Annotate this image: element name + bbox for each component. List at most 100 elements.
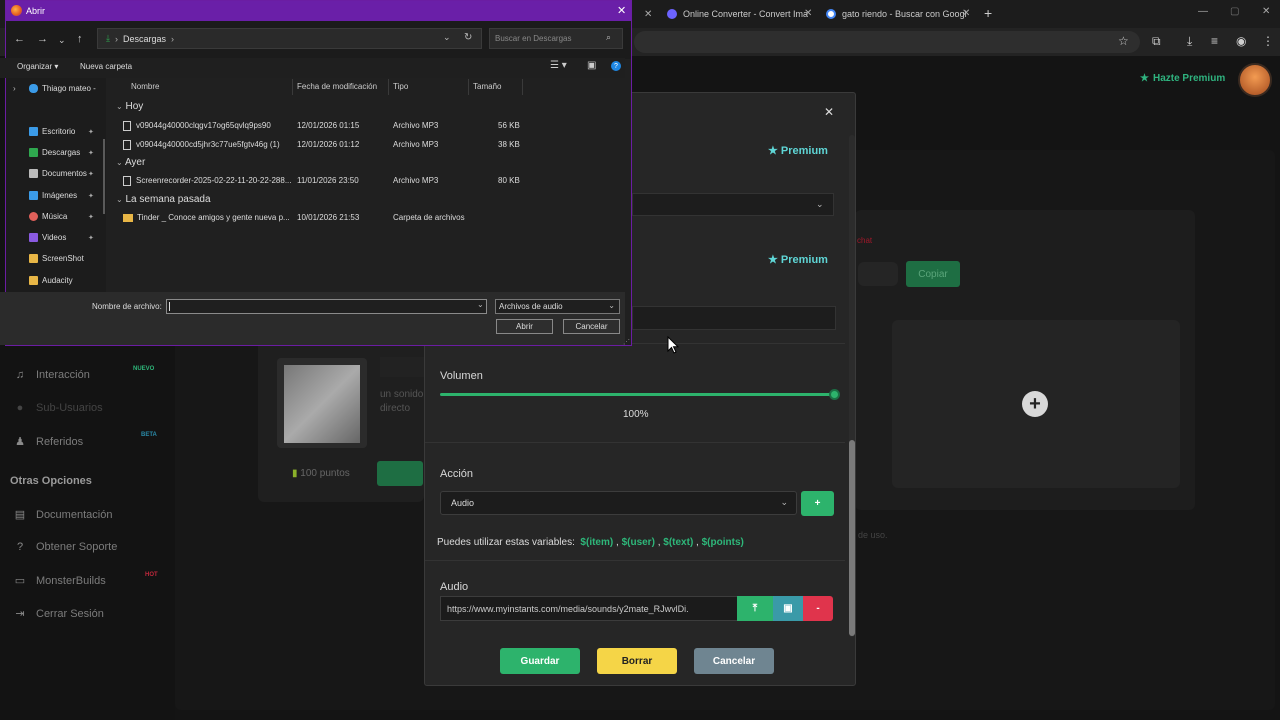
- group-header-yesterday[interactable]: ⌄ Ayer: [116, 157, 145, 168]
- premium-label: Premium: [780, 253, 828, 266]
- up-arrow-icon[interactable]: ↑: [77, 33, 83, 45]
- sidebar-item-soporte[interactable]: ? Obtener Soporte: [14, 541, 117, 553]
- nav-item-screenshot[interactable]: ScreenShot: [29, 254, 84, 263]
- file-row[interactable]: v09044g40000cd5jhr3c77ue5fgtv46g (1): [123, 140, 280, 150]
- modal-scrollbar-thumb[interactable]: [849, 440, 855, 636]
- path-breadcrumb[interactable]: ⤓ › Descargas ›: [97, 28, 482, 49]
- preview-pane-icon[interactable]: ▣: [587, 60, 596, 71]
- volume-slider[interactable]: [440, 393, 834, 396]
- background-button[interactable]: [377, 461, 423, 486]
- nav-item-audacity[interactable]: Audacity: [29, 276, 73, 285]
- new-tab-button[interactable]: +: [984, 5, 992, 21]
- close-tab-icon[interactable]: ✕: [804, 8, 812, 19]
- menu-icon[interactable]: ⋮: [1262, 34, 1274, 48]
- sidebar-item-sub-usuarios[interactable]: ● Sub-Usuarios: [14, 402, 103, 414]
- maximize-icon[interactable]: ▢: [1230, 6, 1239, 17]
- folder-row[interactable]: Tinder _ Conoce amigos y gente nueva p..…: [123, 213, 290, 222]
- window-close-icon[interactable]: ✕: [1262, 6, 1270, 17]
- audio-url-field[interactable]: https://www.myinstants.com/media/sounds/…: [440, 596, 738, 621]
- sidebar-item-interaccion[interactable]: ♫ Interacción: [14, 369, 90, 381]
- help-icon[interactable]: ?: [611, 61, 621, 71]
- premium-select[interactable]: [632, 193, 834, 216]
- close-tab-icon[interactable]: ✕: [962, 8, 970, 19]
- action-select[interactable]: Audio ⌄: [440, 491, 797, 515]
- file-row[interactable]: Screenrecorder-2025-02-22-11-20-22-288..…: [123, 176, 292, 186]
- remove-audio-button[interactable]: -: [803, 596, 833, 621]
- breadcrumb-descargas[interactable]: Descargas: [123, 34, 166, 44]
- upload-audio-button[interactable]: ⤒: [737, 596, 773, 621]
- music-note-icon: ♫: [15, 369, 25, 381]
- premium-input[interactable]: [632, 306, 836, 330]
- extensions-icon[interactable]: ⧉: [1152, 34, 1161, 49]
- view-options-icon[interactable]: ☰ ▾: [550, 60, 567, 71]
- sidebar-item-cerrar-sesion[interactable]: ⇥ Cerrar Sesión: [14, 607, 103, 621]
- profile-icon[interactable]: ◉: [1236, 34, 1246, 48]
- organize-button[interactable]: Organizar ▾: [17, 62, 58, 71]
- nav-item-escritorio[interactable]: Escritorio: [29, 127, 75, 136]
- bookmark-star-icon[interactable]: ☆: [1118, 34, 1129, 48]
- variable-points: $(points): [701, 537, 744, 548]
- sidebar-item-referidos[interactable]: ♟ Referidos: [14, 435, 83, 449]
- folder-icon: [29, 254, 38, 263]
- media-icon[interactable]: ≡: [1211, 34, 1218, 48]
- save-button[interactable]: Guardar: [500, 648, 580, 674]
- nav-item-descargas[interactable]: Descargas: [29, 148, 80, 157]
- tab-online-converter[interactable]: Online Converter - Convert Ima: [667, 4, 817, 24]
- sidebar-item-monsterbuilds[interactable]: ▭ MonsterBuilds: [14, 574, 106, 588]
- breadcrumb-separator-icon: ›: [171, 33, 175, 44]
- avatar[interactable]: [1238, 63, 1272, 97]
- forward-arrow-icon[interactable]: →: [37, 33, 48, 45]
- gallery-button[interactable]: ▣: [773, 596, 803, 621]
- nav-label: Audacity: [42, 276, 73, 285]
- dialog-close-icon[interactable]: ✕: [617, 4, 626, 17]
- column-separator: [292, 79, 293, 95]
- resize-grip-icon[interactable]: ⋰: [623, 338, 630, 346]
- column-header-type[interactable]: Tipo: [393, 82, 408, 91]
- column-header-name[interactable]: Nombre: [131, 82, 159, 91]
- star-icon: ★: [1140, 73, 1149, 84]
- column-header-size[interactable]: Tamaño: [473, 82, 501, 91]
- sidebar-item-label: Interacción: [36, 369, 90, 381]
- path-dropdown-icon[interactable]: ⌄: [443, 32, 451, 43]
- column-header-date[interactable]: Fecha de modificación: [297, 82, 377, 91]
- volume-slider-handle[interactable]: [829, 389, 840, 400]
- filetype-select[interactable]: Archivos de audio ⌄: [495, 299, 620, 314]
- add-action-button[interactable]: +: [801, 491, 834, 516]
- filename-dropdown-icon[interactable]: ⌄: [477, 300, 484, 309]
- recent-chevron-icon[interactable]: ⌄: [58, 35, 66, 46]
- refresh-icon[interactable]: ↻: [464, 32, 472, 43]
- download-icon: [29, 148, 38, 157]
- open-button[interactable]: Abrir: [496, 319, 553, 334]
- search-input[interactable]: Buscar en Descargas: [489, 28, 623, 49]
- add-circle-icon[interactable]: +: [1022, 391, 1048, 417]
- nav-item-musica[interactable]: Música: [29, 212, 67, 221]
- google-favicon-icon: [826, 9, 836, 19]
- downloads-icon[interactable]: ⤓: [1187, 34, 1192, 49]
- copy-button[interactable]: Copiar: [906, 261, 960, 287]
- nav-item-videos[interactable]: Videos: [29, 233, 66, 242]
- group-header-last-week[interactable]: ⌄ La semana pasada: [116, 194, 211, 205]
- file-row[interactable]: v09044g40000clqgv17og65qvlq9ps90: [123, 121, 271, 131]
- tab-close-icon[interactable]: ✕: [640, 4, 652, 24]
- sidebar-item-documentacion[interactable]: ▤ Documentación: [14, 508, 113, 522]
- filename-input[interactable]: [166, 299, 487, 314]
- dialog-cancel-button[interactable]: Cancelar: [563, 319, 620, 334]
- nav-item-onedrive[interactable]: Thiago mateo -: [29, 84, 96, 93]
- nav-item-imagenes[interactable]: Imágenes: [29, 191, 77, 200]
- file-icon: [123, 176, 131, 186]
- new-folder-button[interactable]: Nueva carpeta: [80, 62, 132, 71]
- nav-item-documentos[interactable]: Documentos: [29, 169, 87, 178]
- minimize-icon[interactable]: —: [1198, 6, 1208, 17]
- url-field[interactable]: [634, 31, 1140, 53]
- delete-button[interactable]: Borrar: [597, 648, 677, 674]
- tab-gato-riendo[interactable]: gato riendo - Buscar con Googl: [826, 4, 971, 24]
- expand-chevron-icon[interactable]: ›: [13, 84, 16, 93]
- back-arrow-icon[interactable]: ←: [14, 33, 25, 45]
- modal-close-icon[interactable]: ✕: [824, 105, 834, 119]
- audio-label: Audio: [440, 581, 469, 593]
- search-icon: ⌕: [606, 32, 612, 42]
- hazte-premium-link[interactable]: ★ Hazte Premium: [1140, 73, 1225, 84]
- nav-scrollbar[interactable]: [103, 139, 105, 214]
- cancel-button[interactable]: Cancelar: [694, 648, 774, 674]
- group-header-today[interactable]: ⌄ Hoy: [116, 101, 143, 112]
